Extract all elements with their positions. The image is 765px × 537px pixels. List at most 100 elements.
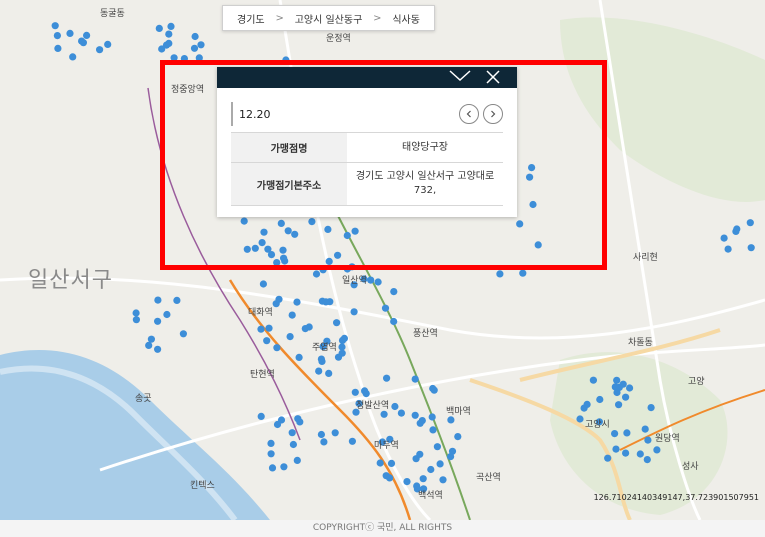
store-marker[interactable] bbox=[66, 29, 74, 37]
store-marker[interactable] bbox=[612, 445, 620, 453]
store-marker[interactable] bbox=[433, 443, 441, 451]
store-marker[interactable] bbox=[325, 257, 333, 265]
store-marker[interactable] bbox=[263, 337, 271, 345]
store-marker[interactable] bbox=[158, 45, 166, 53]
store-marker[interactable] bbox=[576, 415, 584, 423]
store-marker[interactable] bbox=[293, 456, 301, 464]
store-marker[interactable] bbox=[383, 374, 391, 382]
store-marker[interactable] bbox=[322, 298, 330, 306]
store-marker[interactable] bbox=[293, 298, 301, 306]
store-marker[interactable] bbox=[529, 200, 537, 209]
store-marker[interactable] bbox=[647, 404, 655, 412]
store-marker[interactable] bbox=[340, 334, 348, 342]
store-marker[interactable] bbox=[338, 349, 346, 357]
store-marker[interactable] bbox=[380, 410, 388, 418]
store-marker[interactable] bbox=[516, 220, 524, 228]
store-marker[interactable] bbox=[170, 54, 178, 62]
store-marker[interactable] bbox=[454, 433, 462, 441]
store-marker[interactable] bbox=[644, 436, 652, 444]
store-marker[interactable] bbox=[277, 219, 285, 227]
store-marker[interactable] bbox=[190, 44, 199, 52]
store-marker[interactable] bbox=[351, 227, 359, 235]
store-marker[interactable] bbox=[301, 325, 309, 333]
store-marker[interactable] bbox=[258, 239, 266, 247]
store-marker[interactable] bbox=[315, 367, 323, 375]
store-marker[interactable] bbox=[295, 353, 303, 361]
next-button[interactable] bbox=[483, 104, 503, 124]
store-marker[interactable] bbox=[747, 244, 755, 252]
store-marker[interactable] bbox=[622, 449, 630, 457]
store-marker[interactable] bbox=[343, 265, 351, 273]
store-marker[interactable] bbox=[104, 40, 112, 49]
store-marker[interactable] bbox=[317, 355, 325, 363]
store-marker[interactable] bbox=[312, 270, 321, 278]
store-marker[interactable] bbox=[720, 234, 728, 242]
store-marker[interactable] bbox=[447, 416, 455, 424]
store-marker[interactable] bbox=[265, 324, 273, 332]
store-marker[interactable] bbox=[626, 384, 634, 392]
store-marker[interactable] bbox=[54, 44, 62, 53]
store-marker[interactable] bbox=[643, 456, 651, 464]
store-marker[interactable] bbox=[447, 453, 455, 461]
store-marker[interactable] bbox=[165, 39, 173, 48]
store-marker[interactable] bbox=[280, 463, 288, 471]
store-marker[interactable] bbox=[319, 266, 327, 274]
store-marker[interactable] bbox=[154, 345, 162, 353]
store-marker[interactable] bbox=[390, 317, 398, 326]
store-marker[interactable] bbox=[611, 430, 619, 438]
store-marker[interactable] bbox=[387, 459, 396, 467]
store-marker[interactable] bbox=[746, 219, 754, 227]
store-marker[interactable] bbox=[613, 376, 621, 384]
store-marker[interactable] bbox=[147, 335, 155, 343]
store-marker[interactable] bbox=[197, 41, 205, 49]
store-marker[interactable] bbox=[259, 280, 267, 288]
store-marker[interactable] bbox=[180, 55, 188, 63]
store-marker[interactable] bbox=[308, 218, 316, 226]
store-marker[interactable] bbox=[268, 464, 277, 472]
breadcrumb-dong[interactable]: 식사동 bbox=[392, 11, 420, 26]
store-marker[interactable] bbox=[427, 465, 435, 474]
store-marker[interactable] bbox=[289, 440, 297, 449]
store-marker[interactable] bbox=[350, 308, 358, 316]
store-marker[interactable] bbox=[416, 450, 424, 458]
store-marker[interactable] bbox=[154, 296, 162, 304]
store-marker[interactable] bbox=[419, 475, 427, 483]
store-marker[interactable] bbox=[69, 53, 77, 61]
store-marker[interactable] bbox=[267, 450, 275, 458]
store-marker[interactable] bbox=[351, 388, 359, 396]
store-marker[interactable] bbox=[436, 460, 444, 468]
store-marker[interactable] bbox=[282, 56, 290, 64]
store-marker[interactable] bbox=[260, 228, 268, 236]
close-icon[interactable] bbox=[485, 69, 501, 88]
store-marker[interactable] bbox=[381, 304, 390, 312]
store-marker[interactable] bbox=[320, 438, 328, 446]
store-marker[interactable] bbox=[96, 46, 104, 54]
store-marker[interactable] bbox=[78, 37, 86, 45]
store-marker[interactable] bbox=[416, 419, 424, 427]
store-marker[interactable] bbox=[273, 420, 282, 429]
store-marker[interactable] bbox=[286, 333, 294, 341]
store-marker[interactable] bbox=[165, 30, 173, 38]
store-marker[interactable] bbox=[519, 269, 527, 277]
store-marker[interactable] bbox=[338, 343, 346, 351]
store-marker[interactable] bbox=[163, 310, 171, 319]
store-marker[interactable] bbox=[428, 413, 436, 421]
store-marker[interactable] bbox=[267, 439, 275, 447]
store-marker[interactable] bbox=[732, 227, 740, 235]
store-marker[interactable] bbox=[439, 476, 447, 484]
store-marker[interactable] bbox=[257, 325, 265, 333]
store-marker[interactable] bbox=[334, 251, 342, 259]
store-marker[interactable] bbox=[51, 22, 59, 30]
store-marker[interactable] bbox=[526, 173, 534, 181]
chevron-down-icon[interactable] bbox=[449, 69, 471, 86]
breadcrumb-city[interactable]: 고양시 일산동구 bbox=[295, 11, 363, 26]
store-marker[interactable] bbox=[251, 244, 259, 252]
store-marker[interactable] bbox=[641, 425, 649, 433]
store-marker[interactable] bbox=[429, 426, 437, 434]
store-marker[interactable] bbox=[589, 376, 598, 384]
store-marker[interactable] bbox=[132, 309, 140, 317]
store-marker[interactable] bbox=[374, 278, 382, 286]
store-marker[interactable] bbox=[391, 402, 399, 411]
store-marker[interactable] bbox=[288, 311, 296, 319]
store-marker[interactable] bbox=[724, 245, 732, 253]
